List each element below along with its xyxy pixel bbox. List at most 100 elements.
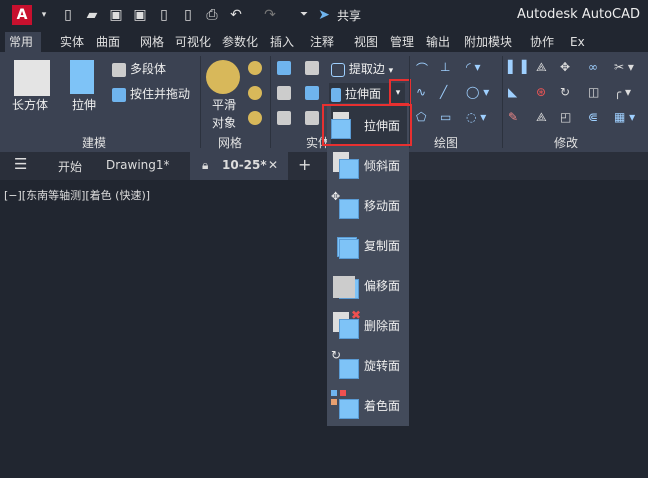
shell-icon[interactable] <box>305 110 323 125</box>
extrude-icon[interactable] <box>70 60 94 94</box>
share-button[interactable]: 共享 <box>337 7 361 24</box>
app-menu-chevron-icon[interactable]: ▾ <box>36 7 52 23</box>
move-faces-icon: ✥ <box>331 190 361 220</box>
autocad-logo[interactable]: A <box>12 5 32 25</box>
highlight-box <box>389 79 411 105</box>
new-tab-icon[interactable]: + <box>298 155 311 174</box>
circle-icon[interactable]: ◯ ▾ <box>466 85 489 99</box>
align-icon[interactable]: ▌▐ <box>508 60 526 74</box>
spline-icon[interactable]: ∿ <box>416 85 426 99</box>
redo-icon[interactable]: ↷ <box>262 7 278 23</box>
rotate-icon[interactable]: ↻ <box>560 85 570 99</box>
box-icon[interactable] <box>14 60 50 96</box>
3d-move-gizmo-icon[interactable]: ⟁ <box>536 60 547 75</box>
polysolid-button[interactable]: 多段体 <box>112 60 166 77</box>
menu-item-move-faces[interactable]: ✥ 移动面 <box>331 186 407 224</box>
smooth-more-icon[interactable] <box>248 60 266 75</box>
tab-visualize[interactable]: 可视化 <box>171 32 215 52</box>
undo-icon[interactable]: ↶ <box>228 7 244 23</box>
move-icon[interactable]: ✥ <box>560 60 570 74</box>
interfere-icon[interactable] <box>305 60 323 75</box>
save-icon[interactable]: ▣ <box>108 7 124 23</box>
presspull-button[interactable]: 按住并拖动 <box>112 85 190 102</box>
tab-view[interactable]: 视图 <box>350 32 382 52</box>
highlight-box <box>322 104 412 146</box>
extrude-faces-icon <box>331 87 341 102</box>
save-as-icon[interactable]: ▣ <box>132 7 148 23</box>
save-web-icon[interactable]: ▯ <box>180 7 196 23</box>
tab-mesh[interactable]: 网格 <box>136 32 168 52</box>
close-tab-icon[interactable]: ✕ <box>268 158 278 172</box>
viewport-controls[interactable]: [−][东南等轴测][着色 (快速)] <box>4 187 150 203</box>
tab-manage[interactable]: 管理 <box>386 32 418 52</box>
ribbon-tabs: 常用 实体 曲面 网格 可视化 参数化 插入 注释 视图 管理 输出 附加模块 … <box>0 30 648 52</box>
union-icon[interactable] <box>277 60 295 75</box>
menu-item-copy-faces[interactable]: 复制面 <box>331 226 407 264</box>
delete-faces-icon: ✖ <box>331 308 361 340</box>
erase-icon[interactable]: ✎ <box>508 110 518 124</box>
panel-label-mesh[interactable]: 网格 <box>218 134 242 151</box>
polygon-icon[interactable]: ⬠ <box>416 110 426 124</box>
panel-label-modify[interactable]: 修改 <box>554 134 578 151</box>
copy-icon[interactable]: ∞ <box>588 60 598 74</box>
tab-start[interactable]: 开始 <box>58 158 82 175</box>
ellipse-icon[interactable]: ◌ ▾ <box>466 110 486 124</box>
divider <box>270 56 271 148</box>
slice-icon[interactable] <box>305 85 323 100</box>
array-icon[interactable]: ▦ ▾ <box>614 110 635 124</box>
subtract-icon[interactable] <box>277 85 295 100</box>
panel-label-draw[interactable]: 绘图 <box>434 134 458 151</box>
smooth-object-icon[interactable] <box>206 60 240 94</box>
extract-edges-button[interactable]: 提取边 ▾ <box>331 60 393 77</box>
color-faces-icon <box>331 390 361 420</box>
smooth-less-icon[interactable] <box>248 85 266 100</box>
tab-express[interactable]: Ex <box>566 32 589 52</box>
stretch-icon[interactable]: ◰ <box>560 110 571 124</box>
tab-drawing1[interactable]: Drawing1* <box>106 158 170 172</box>
tab-parametric[interactable]: 参数化 <box>218 32 262 52</box>
print-icon[interactable]: ⎙ <box>204 7 220 23</box>
box-button[interactable]: 长方体 <box>12 96 48 113</box>
document-tabs: ☰ 开始 Drawing1* 🔒︎ 10-25* ✕ + <box>0 152 648 180</box>
menu-item-color-faces[interactable]: 着色面 <box>331 386 407 424</box>
offset-icon[interactable]: ⋐ <box>588 110 598 124</box>
title-bar: A ▾ ▯ ▰ ▣ ▣ ▯ ▯ ⎙ ↶ ↷ ⏷ ➤ 共享 Autodesk Au… <box>0 0 648 30</box>
3d-scale-icon[interactable]: ⟁ <box>536 110 547 125</box>
fillet-icon[interactable]: ╭ ▾ <box>614 85 631 99</box>
smooth-object-label-2[interactable]: 对象 <box>212 114 236 131</box>
menu-item-delete-faces[interactable]: ✖ 删除面 <box>331 306 407 344</box>
polyline-icon[interactable]: ⌒ <box>416 60 428 77</box>
rectangle-icon[interactable]: ▭ <box>440 110 451 124</box>
customize-icon[interactable]: ⏷ <box>296 7 312 23</box>
extrude-faces-button[interactable]: 拉伸面 <box>329 83 389 103</box>
open-web-icon[interactable]: ▯ <box>156 7 172 23</box>
tab-insert[interactable]: 插入 <box>266 32 298 52</box>
menu-item-rotate-faces[interactable]: ↻ 旋转面 <box>331 346 407 384</box>
new-icon[interactable]: ▯ <box>60 7 76 23</box>
share-icon[interactable]: ➤ <box>316 7 332 23</box>
refine-mesh-icon[interactable] <box>248 110 266 125</box>
intersect-icon[interactable] <box>277 110 295 125</box>
arc-icon[interactable]: ◜ ▾ <box>466 60 480 74</box>
menu-icon[interactable]: ☰ <box>14 155 27 173</box>
smooth-object-label-1[interactable]: 平滑 <box>212 96 236 113</box>
ucs-icon[interactable]: ⊥ <box>440 60 450 74</box>
tab-home[interactable]: 常用 <box>5 32 41 52</box>
tab-surface[interactable]: 曲面 <box>92 32 124 52</box>
tab-collaborate[interactable]: 协作 <box>526 32 558 52</box>
trim-icon[interactable]: ✂ ▾ <box>614 60 634 74</box>
menu-item-taper-faces[interactable]: 倾斜面 <box>331 146 407 184</box>
extend-icon[interactable]: ◣ <box>508 85 517 99</box>
mirror-icon[interactable]: ◫ <box>588 85 599 99</box>
line-icon[interactable]: ╱ <box>440 85 447 99</box>
tab-10-25[interactable]: 10-25* <box>222 158 267 172</box>
tab-annotate[interactable]: 注释 <box>306 32 338 52</box>
tab-solid[interactable]: 实体 <box>56 32 88 52</box>
menu-item-offset-faces[interactable]: 偏移面 <box>331 266 407 304</box>
3d-rotate-icon[interactable]: ⊛ <box>536 85 546 99</box>
tab-output[interactable]: 输出 <box>422 32 454 52</box>
panel-label-modeling[interactable]: 建模 <box>82 134 106 151</box>
extrude-button[interactable]: 拉伸 <box>72 96 96 113</box>
open-icon[interactable]: ▰ <box>84 7 100 23</box>
tab-addins[interactable]: 附加模块 <box>460 32 516 52</box>
